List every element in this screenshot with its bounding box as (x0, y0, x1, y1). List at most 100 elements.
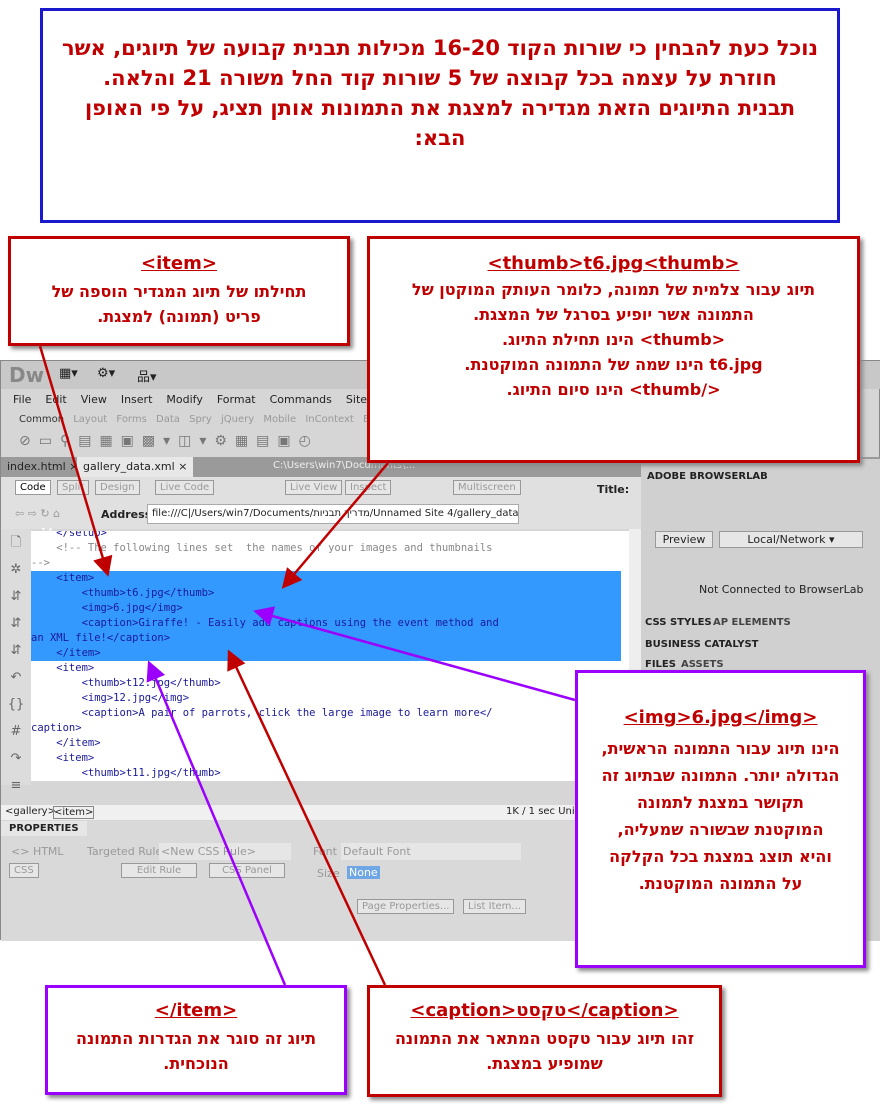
code-line[interactable]: <item> (31, 751, 621, 766)
insert-toolbar-icons[interactable]: ⊘▭⚲▤▦▣▩▾◫▾⚙▦▤▣◴ (19, 433, 319, 449)
menu-modify[interactable]: Modify (166, 393, 202, 406)
callout-thumb: <thumb>t6.jpg<thumb> תיוג עבור צלמית של … (367, 236, 860, 463)
size-select[interactable]: None (347, 866, 380, 879)
insert-tab-spry[interactable]: Spry (189, 414, 212, 425)
inspect-button[interactable]: Inspect (345, 480, 392, 495)
code-line[interactable]: --> (31, 556, 621, 571)
title-label: Title: (597, 483, 630, 496)
assets-tab[interactable]: ASSETS (681, 659, 724, 670)
live-view-button[interactable]: Live View (285, 480, 343, 495)
menu-file[interactable]: File (13, 393, 31, 406)
code-line[interactable]: <img>6.jpg</img> (31, 601, 621, 616)
code-line[interactable]: <item> (31, 661, 621, 676)
code-line[interactable]: <!-- The following lines set the names o… (31, 541, 621, 556)
gear-icon[interactable]: ⚙▾ (97, 366, 115, 381)
code-line[interactable]: <thumb>t6.jpg</thumb> (31, 586, 621, 601)
html-mode-button[interactable]: <> HTML (11, 845, 64, 858)
callout-img-title: <img>6.jpg</img> (623, 707, 818, 728)
menu-format[interactable]: Format (217, 393, 256, 406)
code-line[interactable]: <thumb>t11.jpg</thumb> (31, 766, 621, 781)
tag-selector: <gallery> <item> 1K / 1 sec Unicode (1, 805, 641, 820)
callout-item: <item> תחילתו של תיוג המגדיר הוספה של פר… (8, 236, 350, 346)
address-input[interactable]: file:///C|/Users/win7/Documents/מדריך תב… (147, 504, 519, 524)
callout-thumb-line-3: t6.jpg הינו שמה של התמונה המוקטנת. (464, 355, 763, 374)
layout-icon[interactable]: ▦▾ (59, 366, 78, 381)
callout-thumb-line-1: תיוג עבור צלמית של תמונה, כלומר העותק המ… (411, 280, 816, 324)
preview-button[interactable]: Preview (655, 531, 713, 548)
address-bar: ⇦ ⇨ ↻ ⌂ Address: file:///C|/Users/win7/D… (1, 501, 641, 529)
properties-panel: PROPERTIES <> HTML CSS Targeted Rule <Ne… (1, 821, 641, 941)
files-tab[interactable]: FILES (645, 659, 676, 670)
tab-index-html[interactable]: index.html × (7, 460, 78, 473)
tab-gallery-data-xml[interactable]: gallery_data.xml × (77, 457, 194, 477)
menu-site[interactable]: Site (346, 393, 367, 406)
callout-caption-text: זהו תיוג עבור טקסט המתאר את התמונה שמופי… (394, 1029, 695, 1073)
insert-tab-jquery[interactable]: jQuery Mobile (221, 414, 296, 425)
callout-thumb-line-4: </thumb> הינו סיום התיוג. (506, 380, 721, 399)
size-label: Size (317, 867, 340, 880)
menu-edit[interactable]: Edit (45, 393, 66, 406)
callout-item-title: <item> (141, 253, 217, 274)
callout-item-close: </item> תיוג זה סוגר את הגדרות התמונה הנ… (45, 985, 347, 1095)
tag-gallery[interactable]: <gallery> (5, 806, 56, 817)
code-line[interactable]: </setup> (31, 531, 621, 541)
document-toolbar: Code Split Design Live Code Live View In… (1, 477, 641, 501)
code-view-button[interactable]: Code (15, 480, 51, 495)
targeted-rule-label: Targeted Rule (87, 845, 163, 858)
intro-text-2: תבנית התיוגים הזאת מגדירה למצגת את התמונ… (84, 96, 796, 150)
edit-rule-button[interactable]: Edit Rule (121, 863, 197, 878)
menu-commands[interactable]: Commands (270, 393, 332, 406)
menu-insert[interactable]: Insert (121, 393, 153, 406)
callout-thumb-line-2: <thumb> הינו תחילת התיוג. (501, 330, 726, 349)
intro-box: נוכל כעת להבחין כי שורות הקוד 16-20 מכיל… (40, 8, 840, 223)
menu-bar: File Edit View Insert Modify Format Commands Si… (13, 393, 381, 406)
insert-tab-common[interactable]: Common (19, 414, 64, 425)
callout-item-close-title: </item> (154, 1000, 238, 1021)
browserlab-title[interactable]: ADOBE BROWSERLAB (647, 471, 768, 482)
code-line[interactable]: caption> (31, 721, 621, 736)
multiscreen-button[interactable]: Multiscreen (453, 480, 521, 495)
code-line[interactable]: an XML file!</caption> (31, 631, 621, 646)
insert-tab-forms[interactable]: Forms (116, 414, 146, 425)
code-line[interactable]: </item> (31, 646, 621, 661)
tag-item[interactable]: <item> (53, 806, 95, 819)
properties-title: PROPERTIES (1, 821, 87, 836)
css-mode-button[interactable]: CSS (9, 863, 39, 878)
callout-caption-title: <caption>טקסט</caption> (410, 1000, 679, 1021)
callout-item-text: תחילתו של תיוג המגדיר הוספה של פריט (תמו… (51, 282, 307, 326)
code-editor[interactable]: </setup> <!-- The following lines set th… (31, 531, 629, 781)
font-select[interactable]: Default Font (341, 843, 521, 860)
code-line[interactable]: <thumb>t12.jpg</thumb> (31, 676, 621, 691)
dw-logo: Dw (9, 363, 45, 387)
intro-text-1: נוכל כעת להבחין כי שורות הקוד 16-20 מכיל… (61, 36, 819, 90)
code-line[interactable]: <img>12.jpg</img> (31, 691, 621, 706)
callout-item-close-text: תיוג זה סוגר את הגדרות התמונה הנוכחית. (75, 1029, 317, 1073)
business-catalyst-tab[interactable]: BUSINESS CATALYST (645, 639, 758, 650)
callout-img-text: הינו תיוג עבור התמונה הראשית, הגדולה יות… (601, 739, 840, 893)
site-icon[interactable]: 品▾ (137, 366, 157, 385)
split-view-button[interactable]: Split (57, 480, 90, 495)
code-line[interactable]: <caption>Giraffe! - Easily add captions … (31, 616, 621, 631)
targeted-rule-select[interactable]: <New CSS Rule> (159, 843, 291, 860)
callout-img: <img>6.jpg</img> הינו תיוג עבור התמונה ה… (575, 670, 866, 968)
insert-tab-layout[interactable]: Layout (73, 414, 107, 425)
code-line[interactable]: <caption>A pair of parrots, click the la… (31, 706, 621, 721)
callout-thumb-title: <thumb>t6.jpg<thumb> (487, 253, 740, 274)
callout-caption: <caption>טקסט</caption> זהו תיוג עבור טק… (367, 985, 722, 1097)
nav-arrows-icon[interactable]: ⇦ ⇨ ↻ ⌂ (15, 507, 60, 520)
insert-tab-data[interactable]: Data (156, 414, 180, 425)
connection-status: Not Connected to BrowserLab (699, 583, 864, 596)
css-panel-button[interactable]: CSS Panel (209, 863, 285, 878)
menu-view[interactable]: View (81, 393, 107, 406)
font-label: Font (313, 845, 337, 858)
coding-toolbar[interactable]: 🗋 ✲ ⇵ ⇵ ⇵ ↶{} # ↷ ≡ (1, 529, 31, 793)
page-properties-button[interactable]: Page Properties... (357, 899, 455, 914)
design-view-button[interactable]: Design (95, 480, 140, 495)
ap-elements-tab[interactable]: AP ELEMENTS (713, 617, 791, 628)
live-code-button[interactable]: Live Code (155, 480, 215, 495)
code-line[interactable]: </item> (31, 736, 621, 751)
list-item-button[interactable]: List Item... (463, 899, 526, 914)
css-styles-tab[interactable]: CSS STYLES (645, 617, 712, 628)
local-network-select[interactable]: Local/Network ▾ (719, 531, 863, 548)
code-line[interactable]: <item> (31, 571, 621, 586)
